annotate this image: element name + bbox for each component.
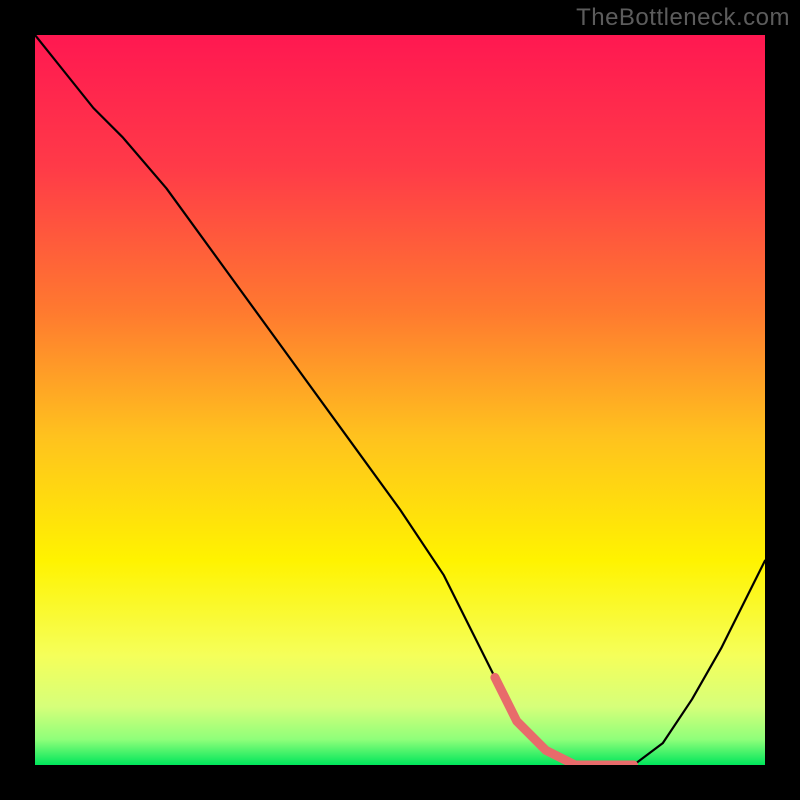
chart-svg <box>35 35 765 765</box>
plot-area <box>35 35 765 765</box>
chart-frame: TheBottleneck.com <box>0 0 800 800</box>
watermark-text: TheBottleneck.com <box>576 4 790 32</box>
gradient-rect <box>35 35 765 765</box>
